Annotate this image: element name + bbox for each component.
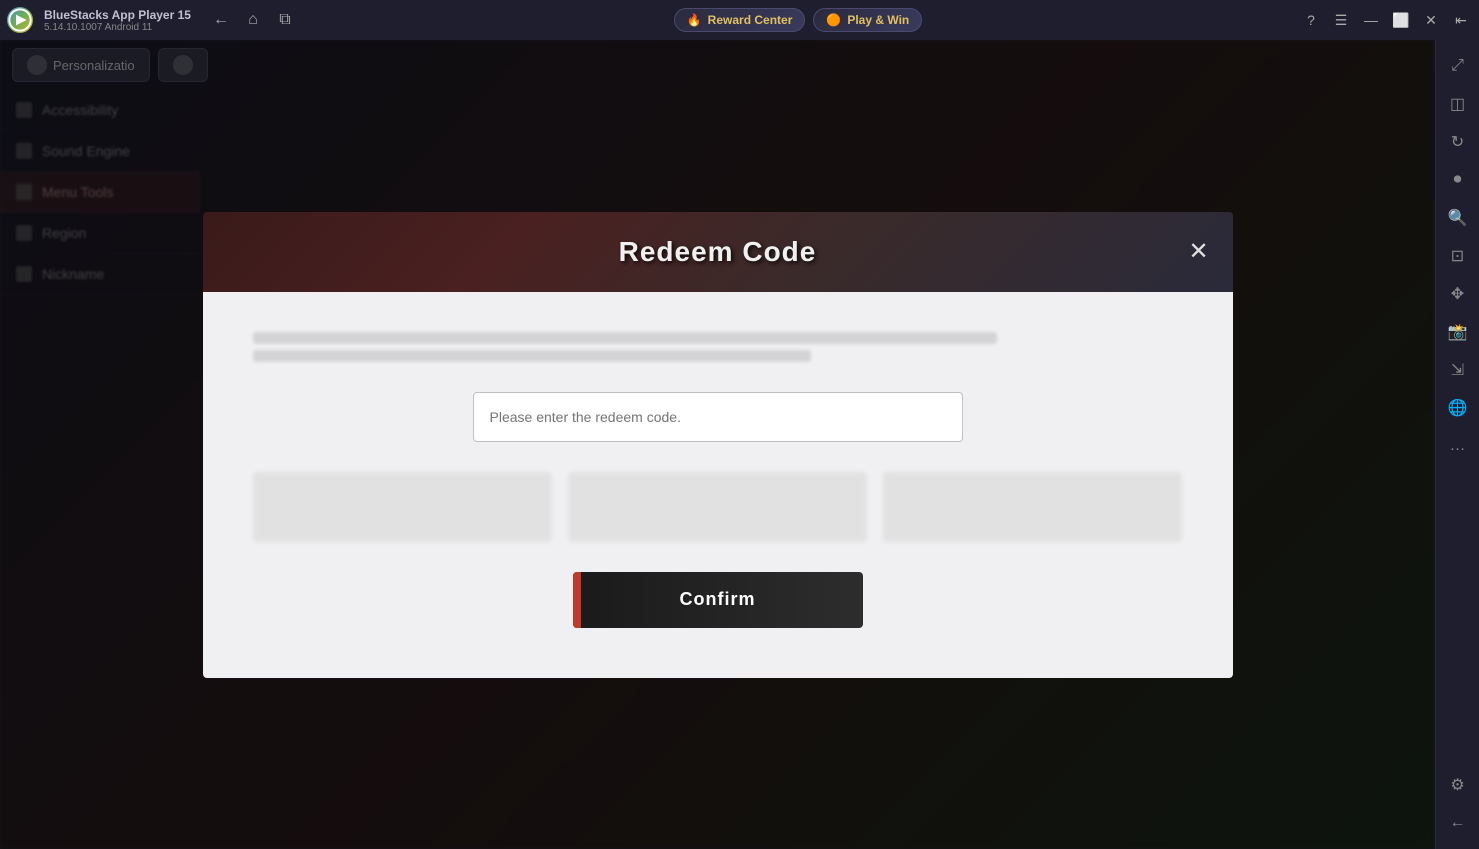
zoom-sidebar-button[interactable]: 🔍 [1440, 200, 1476, 236]
title-bar-center: 🔥 Reward Center 🟠 Play & Win [299, 8, 1297, 32]
menu-button[interactable]: ☰ [1327, 6, 1355, 34]
globe-sidebar-button[interactable]: 🌐 [1440, 390, 1476, 426]
back-sidebar-button[interactable]: ← [1440, 805, 1476, 841]
screenshot-icon: ◫ [1450, 94, 1465, 114]
reward-center-icon: 🔥 [687, 13, 702, 27]
blurred-card-2 [568, 472, 867, 542]
modal-description-area [253, 332, 1183, 362]
pan-sidebar-button[interactable]: ✥ [1440, 276, 1476, 312]
crop-icon: ⊡ [1451, 246, 1464, 266]
app-info: BlueStacks App Player 15 5.14.10.1007 An… [44, 8, 191, 33]
record-icon: ⏺ [1453, 171, 1461, 189]
rotate-icon: ↻ [1451, 132, 1464, 152]
bluestacks-logo-icon [7, 7, 33, 33]
reward-center-button[interactable]: 🔥 Reward Center [674, 8, 806, 32]
reward-center-label: Reward Center [708, 13, 793, 27]
title-bar: BlueStacks App Player 15 5.14.10.1007 An… [0, 0, 1479, 40]
minimize-button[interactable]: — [1357, 6, 1385, 34]
window-controls: ? ☰ — ⬜ ✕ ⇤ [1297, 6, 1475, 34]
redeem-code-input[interactable] [473, 392, 963, 442]
blurred-card-3 [883, 472, 1182, 542]
expand-icon: ⤢ [1451, 57, 1464, 75]
modal-confirm-area: Confirm [253, 572, 1183, 628]
modal-header: Redeem Code ✕ [203, 212, 1233, 292]
rotate-sidebar-button[interactable]: ↻ [1440, 124, 1476, 160]
globe-icon: 🌐 [1448, 398, 1468, 418]
back-icon: ← [1450, 814, 1466, 832]
home-nav-button[interactable]: ⌂ [239, 6, 267, 34]
expand-sidebar-button[interactable]: ⤢ [1440, 48, 1476, 84]
redeem-code-modal: Redeem Code ✕ Confirm [203, 212, 1233, 678]
app-name: BlueStacks App Player 15 [44, 8, 191, 22]
modal-blurred-cards [253, 472, 1183, 542]
nav-controls: ← ⌂ ⧉ [207, 6, 299, 34]
modal-body: Confirm [203, 292, 1233, 678]
modal-close-button[interactable]: ✕ [1181, 234, 1217, 270]
undock-button[interactable]: ⇤ [1447, 6, 1475, 34]
settings-sidebar-button[interactable]: ⚙ [1440, 767, 1476, 803]
help-button[interactable]: ? [1297, 6, 1325, 34]
app-logo [0, 0, 40, 40]
modal-title: Redeem Code [619, 236, 817, 268]
play-win-icon: 🟠 [826, 13, 841, 27]
resize-icon: ⇲ [1451, 360, 1464, 380]
settings-icon: ⚙ [1450, 775, 1464, 795]
app-version: 5.14.10.1007 Android 11 [44, 22, 191, 33]
back-nav-button[interactable]: ← [207, 6, 235, 34]
record-sidebar-button[interactable]: ⏺ [1440, 162, 1476, 198]
modal-input-area [253, 392, 1183, 442]
crop-sidebar-button[interactable]: ⊡ [1440, 238, 1476, 274]
zoom-icon: 🔍 [1448, 208, 1468, 228]
more-icon: … [1450, 437, 1466, 455]
resize-sidebar-button[interactable]: ⇲ [1440, 352, 1476, 388]
blurred-card-1 [253, 472, 552, 542]
screenshot-sidebar-button[interactable]: ◫ [1440, 86, 1476, 122]
play-win-button[interactable]: 🟠 Play & Win [813, 8, 922, 32]
camera2-icon: 📸 [1448, 322, 1468, 342]
play-win-label: Play & Win [847, 13, 909, 27]
desc-line-2 [253, 350, 811, 362]
more-sidebar-button[interactable]: … [1440, 428, 1476, 464]
pan-icon: ✥ [1451, 284, 1464, 304]
main-content: Personalizatio Accessibility Sound Engin… [0, 40, 1435, 849]
close-button[interactable]: ✕ [1417, 6, 1445, 34]
tabs-nav-button[interactable]: ⧉ [271, 6, 299, 34]
confirm-button[interactable]: Confirm [573, 572, 863, 628]
maximize-button[interactable]: ⬜ [1387, 6, 1415, 34]
camera2-sidebar-button[interactable]: 📸 [1440, 314, 1476, 350]
desc-line-1 [253, 332, 997, 344]
confirm-button-label: Confirm [680, 589, 756, 610]
right-sidebar: ⤢ ◫ ↻ ⏺ 🔍 ⊡ ✥ 📸 ⇲ 🌐 … ⚙ ← [1435, 40, 1479, 849]
